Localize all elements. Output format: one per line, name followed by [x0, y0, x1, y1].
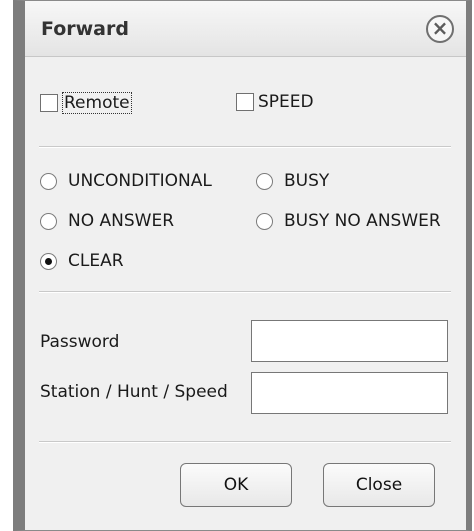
radio-busy-no-answer[interactable]: BUSY NO ANSWER	[256, 211, 441, 231]
separator-top	[39, 146, 451, 148]
radio-no-answer[interactable]: NO ANSWER	[40, 211, 174, 231]
radio-clear-label: CLEAR	[68, 251, 124, 271]
password-label: Password	[40, 332, 120, 352]
radio-busy-label: BUSY	[284, 171, 330, 191]
speed-label: SPEED	[258, 92, 314, 112]
remote-checkbox[interactable]	[40, 94, 58, 112]
radio-busy-no-answer-icon[interactable]	[256, 212, 273, 230]
station-hunt-speed-field[interactable]	[251, 372, 448, 414]
ok-button[interactable]: OK	[180, 463, 292, 507]
radio-unconditional-label: UNCONDITIONAL	[68, 171, 212, 191]
remote-label: Remote	[62, 92, 132, 114]
speed-checkbox-row[interactable]: SPEED	[236, 92, 314, 112]
speed-checkbox[interactable]	[236, 93, 254, 111]
radio-no-answer-label: NO ANSWER	[68, 211, 175, 231]
radio-clear[interactable]: CLEAR	[40, 251, 124, 271]
radio-clear-icon[interactable]	[40, 252, 57, 270]
separator-bottom	[39, 441, 451, 443]
dialog-title: Forward	[41, 18, 129, 40]
radio-busy-icon[interactable]	[256, 172, 273, 190]
radio-busy[interactable]: BUSY	[256, 171, 329, 191]
password-field[interactable]	[251, 320, 448, 362]
close-button[interactable]: Close	[323, 463, 435, 507]
radio-unconditional-icon[interactable]	[40, 172, 57, 190]
close-icon[interactable]: ×	[426, 15, 454, 43]
remote-checkbox-row[interactable]: Remote	[40, 92, 132, 114]
dialog-titlebar: Forward ×	[25, 1, 466, 57]
radio-busy-no-answer-label: BUSY NO ANSWER	[284, 211, 441, 231]
radio-no-answer-icon[interactable]	[40, 212, 57, 230]
forward-dialog: Forward × Remote SPEED UNCONDITIONAL BUS…	[13, 0, 472, 531]
separator-middle	[39, 291, 451, 293]
radio-unconditional[interactable]: UNCONDITIONAL	[40, 171, 212, 191]
station-hunt-speed-label: Station / Hunt / Speed	[40, 382, 228, 402]
